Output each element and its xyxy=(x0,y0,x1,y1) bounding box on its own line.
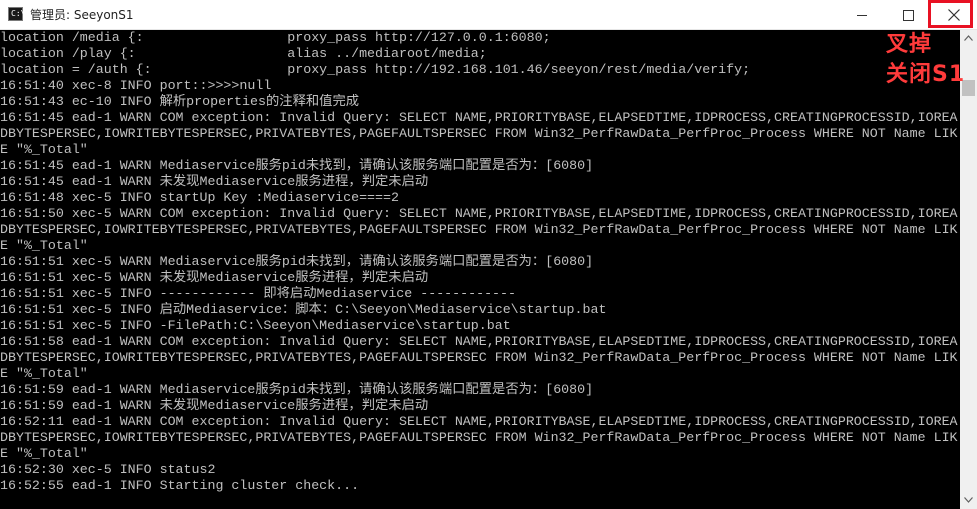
annotation-line: 叉掉 xyxy=(886,32,933,57)
console-line: location = /auth {: proxy_pass http://19… xyxy=(0,62,751,77)
console-line: DBYTESPERSEC,IOWRITEBYTESPERSEC,PRIVATEB… xyxy=(0,350,958,365)
maximize-icon xyxy=(903,10,914,21)
console-line: 16:51:40 xec-8 INFO port::>>>>null xyxy=(0,78,272,93)
console-line: 16:51:51 xec-5 INFO ------------ 即将启动Med… xyxy=(0,286,516,301)
console-line: E "%_Total" xyxy=(0,142,88,157)
console-line: DBYTESPERSEC,IOWRITEBYTESPERSEC,PRIVATEB… xyxy=(0,126,958,141)
console-line: 16:51:45 ead-1 WARN COM exception: Inval… xyxy=(0,110,958,125)
window-title: 管理员: SeeyonS1 xyxy=(30,8,134,22)
console-line: 16:52:30 xec-5 INFO status2 xyxy=(0,462,216,477)
scroll-up-arrow-icon xyxy=(964,35,973,41)
console-line: location /play {: alias ../mediaroot/med… xyxy=(0,46,487,61)
console-line: 16:51:45 ead-1 WARN Mediaservice服务pid未找到… xyxy=(0,158,594,173)
console-line: 16:51:50 xec-5 WARN COM exception: Inval… xyxy=(0,206,958,221)
close-button-highlight xyxy=(928,0,973,28)
minimize-icon xyxy=(857,15,867,16)
console-line: E "%_Total" xyxy=(0,446,88,461)
console-line: 16:51:48 xec-5 INFO startUp Key :Mediase… xyxy=(0,190,399,205)
console-line: 16:51:59 ead-1 WARN 未发现Mediaservice服务进程，… xyxy=(0,398,429,413)
title-bar[interactable]: C:\ 管理员: SeeyonS1 xyxy=(0,0,977,30)
console-line: 16:52:55 ead-1 INFO Starting cluster che… xyxy=(0,478,360,493)
console-line: E "%_Total" xyxy=(0,366,88,381)
console-line: E "%_Total" xyxy=(0,238,88,253)
console-line: 16:51:58 ead-1 WARN COM exception: Inval… xyxy=(0,334,958,349)
annotation-line: 关闭S1 xyxy=(886,62,966,87)
console-line: DBYTESPERSEC,IOWRITEBYTESPERSEC,PRIVATEB… xyxy=(0,222,958,237)
console-line: location /media {: proxy_pass http://127… xyxy=(0,30,551,45)
console-line: 16:51:51 xec-5 INFO -FilePath:C:\Seeyon\… xyxy=(0,318,511,333)
vertical-scrollbar[interactable] xyxy=(960,30,977,509)
console-line: 16:51:43 ec-10 INFO 解析properties的注释和值完成 xyxy=(0,94,360,109)
cmd-icon-prompt: C:\ xyxy=(11,9,26,18)
console-line: 16:52:11 ead-1 WARN COM exception: Inval… xyxy=(0,414,958,429)
console-line: 16:51:51 xec-5 INFO 启动Mediaservice：脚本：C:… xyxy=(0,302,607,317)
scroll-down-arrow-icon xyxy=(964,497,973,503)
console-line: 16:51:59 ead-1 WARN Mediaservice服务pid未找到… xyxy=(0,382,594,397)
console-window: C:\ 管理员: SeeyonS1 location /media {: pro… xyxy=(0,0,977,509)
maximize-button[interactable] xyxy=(885,0,931,30)
cmd-icon[interactable]: C:\ xyxy=(8,7,26,21)
console-line: 16:51:51 xec-5 WARN Mediaservice服务pid未找到… xyxy=(0,254,594,269)
scroll-down-button[interactable] xyxy=(960,492,977,509)
minimize-button[interactable] xyxy=(839,0,885,30)
console-line: DBYTESPERSEC,IOWRITEBYTESPERSEC,PRIVATEB… xyxy=(0,430,958,445)
console-line: 16:51:51 xec-5 WARN 未发现Mediaservice服务进程，… xyxy=(0,270,429,285)
console-output[interactable]: location /media {: proxy_pass http://127… xyxy=(0,30,960,509)
console-line: 16:51:45 ead-1 WARN 未发现Mediaservice服务进程，… xyxy=(0,174,429,189)
red-annotation-text: 叉掉关闭S1 xyxy=(886,30,965,90)
